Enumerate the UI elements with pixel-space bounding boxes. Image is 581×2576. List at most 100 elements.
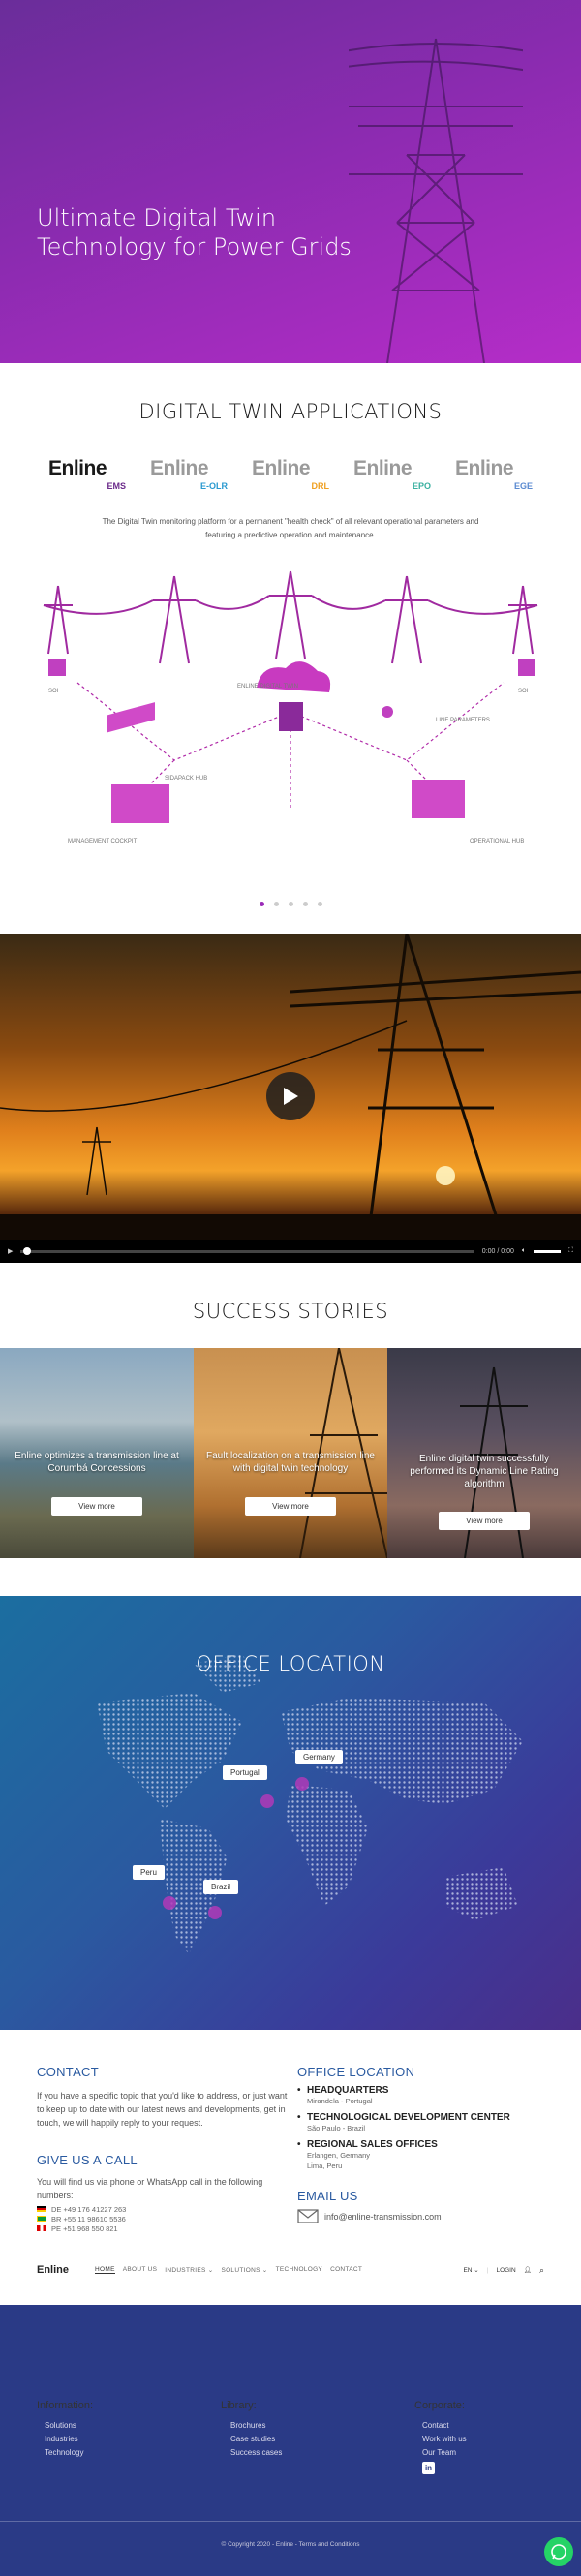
whatsapp-icon (551, 2544, 566, 2560)
logo-code: EGE (513, 481, 533, 491)
sensor-right-icon (518, 659, 535, 676)
footer-heading: Corporate: (414, 2400, 465, 2411)
office-location-heading: OFFICE LOCATION (297, 2065, 415, 2079)
illus-label-line-parameters: LINE PARAMETERS (436, 718, 490, 723)
carousel-dot[interactable] (302, 902, 308, 906)
story-card: Fault localization on a transmission lin… (194, 1348, 387, 1558)
nav-logo[interactable]: Enline (37, 2264, 95, 2276)
story-caption: Fault localization on a transmission lin… (206, 1451, 375, 1474)
hero-title: Ultimate Digital Twin Technology for Pow… (37, 204, 352, 261)
office-item: HEADQUARTERS Mirandela - Portugal (297, 2085, 549, 2106)
view-more-button[interactable]: View more (245, 1497, 336, 1516)
footer-link[interactable]: Industries (37, 2433, 93, 2446)
digital-twin-illustration: SOI SOI ENLINE DIGITAL TWIN SIDAPACK HUB… (43, 570, 538, 844)
transmission-tower-graphic (349, 38, 523, 363)
office-address: Erlangen, Germany (307, 2151, 371, 2160)
volume-slider[interactable] (534, 1249, 562, 1253)
nav-item[interactable]: INDUSTRIES ⌄ (165, 2266, 213, 2274)
product-logo[interactable]: Enline E-OLR (150, 457, 228, 491)
whatsapp-button[interactable] (544, 2537, 573, 2566)
linkedin-icon[interactable]: in (414, 2462, 467, 2475)
contact-column: CONTACT If you have a specific topic tha… (37, 2065, 289, 2233)
video-controls: ▶ 0:00 / 0:00 🔈︎ ⛶ (0, 1240, 581, 1263)
search-icon[interactable]: ⌕ (539, 2265, 544, 2276)
email-row[interactable]: info@enline-transmission.com (297, 2209, 549, 2223)
footer-link[interactable]: Work with us (414, 2433, 467, 2446)
success-stories-title: SUCCESS STORIES (192, 1300, 389, 1323)
carousel-dot[interactable] (288, 902, 293, 906)
phone-item[interactable]: BR +55 11 98610 5536 (37, 2214, 289, 2223)
fullscreen-icon[interactable]: ⛶ (568, 1247, 573, 1255)
management-cockpit-icon (111, 784, 169, 823)
login-link[interactable]: LOGIN (496, 2267, 515, 2274)
product-logo[interactable]: Enline DRL (252, 457, 329, 491)
carousel-dot[interactable] (259, 902, 264, 906)
product-logo[interactable]: Enline EPO (353, 457, 431, 491)
phone-item[interactable]: DE +49 176 41227 263 (37, 2204, 289, 2214)
email-link[interactable]: info@enline-transmission.com (324, 2210, 442, 2223)
carousel-dot[interactable] (273, 902, 279, 906)
footer-information: Information: Solutions Industries Techno… (37, 2400, 93, 2460)
nav-item[interactable]: HOME (95, 2266, 115, 2274)
illus-label-sidapack: SIDAPACK HUB (165, 776, 207, 782)
nav-item[interactable]: TECHNOLOGY (276, 2266, 323, 2274)
office-address: São Paulo - Brazil (307, 2124, 366, 2132)
illus-label-soi-left: SOI (48, 689, 59, 694)
footer-link[interactable]: Brochures (221, 2419, 282, 2433)
sensor-left-icon (48, 659, 66, 676)
footer-divider (0, 2521, 581, 2522)
footer-link[interactable]: Solutions (37, 2419, 93, 2433)
office-item: REGIONAL SALES OFFICES Erlangen, Germany… (297, 2139, 549, 2171)
play-small-icon[interactable]: ▶ (8, 1247, 13, 1255)
operational-hub-icon (412, 780, 465, 818)
office-item: TECHNOLOGICAL DEVELOPMENT CENTER São Pau… (297, 2112, 549, 2133)
story-caption: Enline digital twin successfully perform… (410, 1454, 559, 1489)
footer-corporate: Corporate: Contact Work with us Our Team… (414, 2400, 467, 2475)
footer-link[interactable]: Technology (37, 2446, 93, 2460)
call-text: You will find us via phone or WhatsApp c… (37, 2177, 263, 2200)
carousel-dot[interactable] (317, 902, 322, 906)
video-progress-bar[interactable] (20, 1246, 474, 1255)
user-icon[interactable]: 👤︎ (524, 2266, 532, 2274)
view-more-button[interactable]: View more (51, 1497, 142, 1516)
illus-label-soi-right: SOI (518, 689, 529, 694)
envelope-icon (297, 2209, 319, 2223)
footer-link[interactable]: Case studies (221, 2433, 282, 2446)
play-icon (284, 1088, 298, 1105)
phone-item[interactable]: PE +51 968 550 821 (37, 2223, 289, 2233)
logo-wordmark: Enline (252, 457, 311, 479)
view-more-button[interactable]: View more (439, 1512, 530, 1530)
sticky-navbar: Enline HOME ABOUT US INDUSTRIES ⌄ SOLUTIONS… (37, 2259, 544, 2281)
footer-heading: Library: (221, 2400, 257, 2411)
office-list: HEADQUARTERS Mirandela - Portugal TECHNO… (297, 2085, 549, 2171)
play-button[interactable] (266, 1072, 315, 1120)
email-title: EMAIL US (297, 2189, 358, 2203)
cable-icon (107, 702, 155, 733)
footer-link[interactable]: Success cases (221, 2446, 282, 2460)
story-card: Enline optimizes a transmission line at … (0, 1348, 194, 1558)
product-logo[interactable]: Enline EGE (455, 457, 533, 491)
copyright[interactable]: © Copyright 2020 - Enline - Terms and Co… (0, 2541, 581, 2548)
logo-code: DRL (311, 481, 330, 491)
footer-heading: Information: (37, 2400, 94, 2411)
footer-library: Library: Brochures Case studies Success … (221, 2400, 282, 2460)
contact-title: CONTACT (37, 2065, 99, 2079)
nav-item[interactable]: SOLUTIONS ⌄ (221, 2266, 267, 2274)
footer-link[interactable]: Contact (414, 2419, 467, 2433)
language-selector[interactable]: EN ⌄ (463, 2266, 478, 2274)
logo-wordmark: Enline (150, 457, 209, 479)
product-logos: Enline EMS Enline E-OLR Enline DRL Enline EPO En… (48, 457, 533, 491)
hero-banner: Ultimate Digital Twin Technology for Pow… (0, 0, 581, 363)
call-title: GIVE US A CALL (37, 2153, 138, 2167)
volume-icon[interactable]: 🔈︎ (522, 1247, 526, 1255)
office-address: Lima, Peru (307, 2162, 343, 2170)
nav-right: EN ⌄ | LOGIN 👤︎ ⌕ (463, 2264, 544, 2276)
nav-item[interactable]: ABOUT US (123, 2266, 158, 2274)
map-markers (163, 1777, 309, 1919)
success-stories: Enline optimizes a transmission line at … (0, 1348, 581, 1558)
nav-item[interactable]: CONTACT (330, 2266, 362, 2274)
footer-link[interactable]: Our Team (414, 2446, 467, 2460)
illus-label-digital-twin: ENLINE DIGITAL TWIN (237, 684, 298, 690)
product-logo[interactable]: Enline EMS (48, 457, 126, 491)
office-heading: HEADQUARTERS (297, 2085, 549, 2096)
